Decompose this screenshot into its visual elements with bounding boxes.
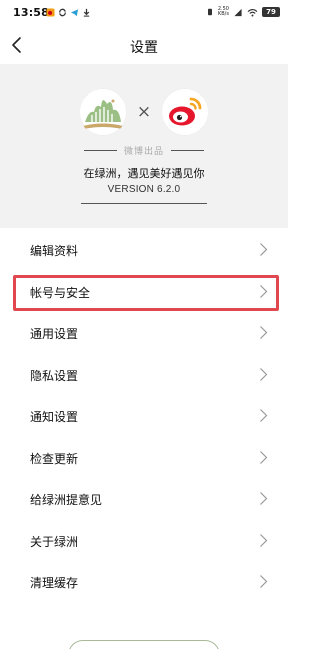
menu-item-general-settings[interactable]: 通用设置 — [0, 312, 288, 354]
menu-item-label: 关于绿洲 — [30, 534, 79, 549]
chevron-right-icon — [260, 492, 268, 505]
status-bar: 13:58 2.50 KB/s 79 — [0, 0, 288, 28]
weibo-logo — [161, 88, 209, 136]
menu-item-label: 给绿洲提意见 — [30, 493, 103, 507]
signal-icon — [234, 8, 242, 16]
chevron-right-icon — [260, 575, 268, 588]
app-slogan: 在绿洲，遇见美好遇见你 — [83, 167, 205, 180]
menu-item-edit-profile[interactable]: 编辑资料 — [0, 229, 288, 271]
menu-item-notification-settings[interactable]: 通知设置 — [0, 395, 288, 437]
oasis-logo — [79, 88, 127, 136]
wifi-icon — [247, 8, 258, 16]
status-notification-icons — [46, 8, 91, 17]
app-version: VERSION 6.2.0 — [107, 184, 181, 195]
menu-item-label: 通用设置 — [30, 327, 79, 341]
made-by-label: 微博出品 — [123, 147, 164, 157]
battery-indicator: 79 — [262, 7, 280, 17]
divider-right — [171, 150, 204, 151]
network-speed: 2.50 KB/s — [218, 7, 229, 17]
menu-item-label: 编辑资料 — [30, 244, 79, 258]
download-icon — [83, 8, 90, 17]
about-banner: × 微博出品 在绿洲，遇见美好遇见你 VERSION 6.2.0 — [0, 64, 288, 228]
navigation-bar: 设置 — [0, 28, 288, 64]
chevron-right-icon — [260, 326, 268, 339]
chevron-right-icon — [260, 450, 268, 464]
bottom-action-button[interactable] — [68, 640, 220, 649]
menu-item-label: 检查更新 — [30, 451, 79, 466]
menu-item-privacy-settings[interactable]: 隐私设置 — [0, 353, 288, 395]
settings-menu: 编辑资料 帐号与安全 通用设置 隐私设置 通知设置 检查更新 给绿洲提意见 关于… — [0, 229, 288, 603]
menu-item-label: 隐私设置 — [30, 368, 79, 383]
chevron-right-icon — [260, 533, 268, 547]
chevron-right-icon — [260, 243, 268, 256]
menu-item-label: 清理缓存 — [30, 576, 79, 590]
menu-item-account-security[interactable]: 帐号与安全 — [0, 270, 288, 312]
chevron-right-icon — [260, 284, 268, 298]
menu-item-label: 帐号与安全 — [30, 285, 91, 300]
menu-item-label: 通知设置 — [30, 410, 79, 424]
collaboration-symbol: × — [136, 102, 152, 122]
menu-item-feedback[interactable]: 给绿洲提意见 — [0, 478, 288, 520]
status-system-icons: 2.50 KB/s 79 — [206, 7, 280, 17]
divider-left — [84, 150, 117, 151]
vibrate-icon — [207, 8, 212, 16]
menu-item-about[interactable]: 关于绿洲 — [0, 519, 288, 561]
version-underline — [81, 203, 207, 204]
network-speed-unit: KB/s — [217, 11, 229, 17]
weibo-logo-graphic — [161, 88, 209, 136]
chevron-right-icon — [260, 409, 268, 422]
oasis-logo-graphic — [79, 88, 127, 136]
status-time: 13:58 — [13, 6, 50, 19]
weibo-notification-icon — [46, 8, 55, 17]
telegram-icon — [70, 9, 79, 17]
menu-item-check-update[interactable]: 检查更新 — [0, 436, 288, 478]
page-title: 设置 — [130, 40, 158, 56]
menu-item-clear-cache[interactable]: 清理缓存 — [0, 561, 288, 603]
chevron-right-icon — [260, 367, 268, 381]
sync-icon — [59, 8, 66, 17]
